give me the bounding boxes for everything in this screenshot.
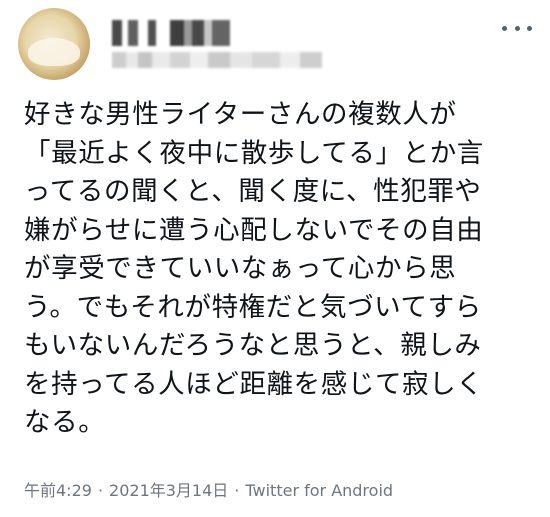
tweet-text-line: なる。 [24,407,106,438]
tweet-source-link[interactable]: Twitter for Android [245,481,393,500]
tweet-text: 好きな男性ライターさんの複数人が 「最近よく夜中に散歩してる」とか言 ってるの聞… [24,96,534,443]
tweet-text-line: を持ってる人ほど距離を感じて寂しく [24,368,484,400]
more-horizontal-icon[interactable] [502,18,532,38]
avatar[interactable] [18,8,90,80]
user-handle-obscured[interactable] [112,52,322,68]
tweet-text-line: もいないんだろうなと思うと、親しみ [24,330,482,361]
dot [527,25,532,31]
dot [502,25,507,31]
tweet-meta: 午前4:29 · 2021年3月14日 · Twitter for Android [24,480,393,502]
tweet-text-line: ってるの聞くと、聞く度に、性犯罪や [24,176,482,207]
dot [514,25,520,31]
tweet-text-line: う。でもそれが特権だと気づいてすら [24,291,482,323]
tweet-header [0,0,550,90]
tweet-card: 好きな男性ライターさんの複数人が 「最近よく夜中に散歩してる」とか言 ってるの聞… [0,0,550,517]
tweet-text-line: 嫌がらせに遭う心配しないでその自由 [24,214,484,246]
meta-separator: · [97,481,104,500]
tweet-text-line: が享受できていいなぁって心から思 [24,253,457,284]
tweet-text-line: 「最近よく夜中に散歩してる」とか言 [24,137,484,169]
avatar-image [28,38,80,66]
tweet-time[interactable]: 午前4:29 [24,481,92,500]
tweet-text-line: 好きな男性ライターさんの複数人が [24,99,457,130]
display-name-obscured[interactable] [112,20,230,46]
tweet-date[interactable]: 2021年3月14日 [109,481,228,500]
meta-separator: · [234,481,240,500]
